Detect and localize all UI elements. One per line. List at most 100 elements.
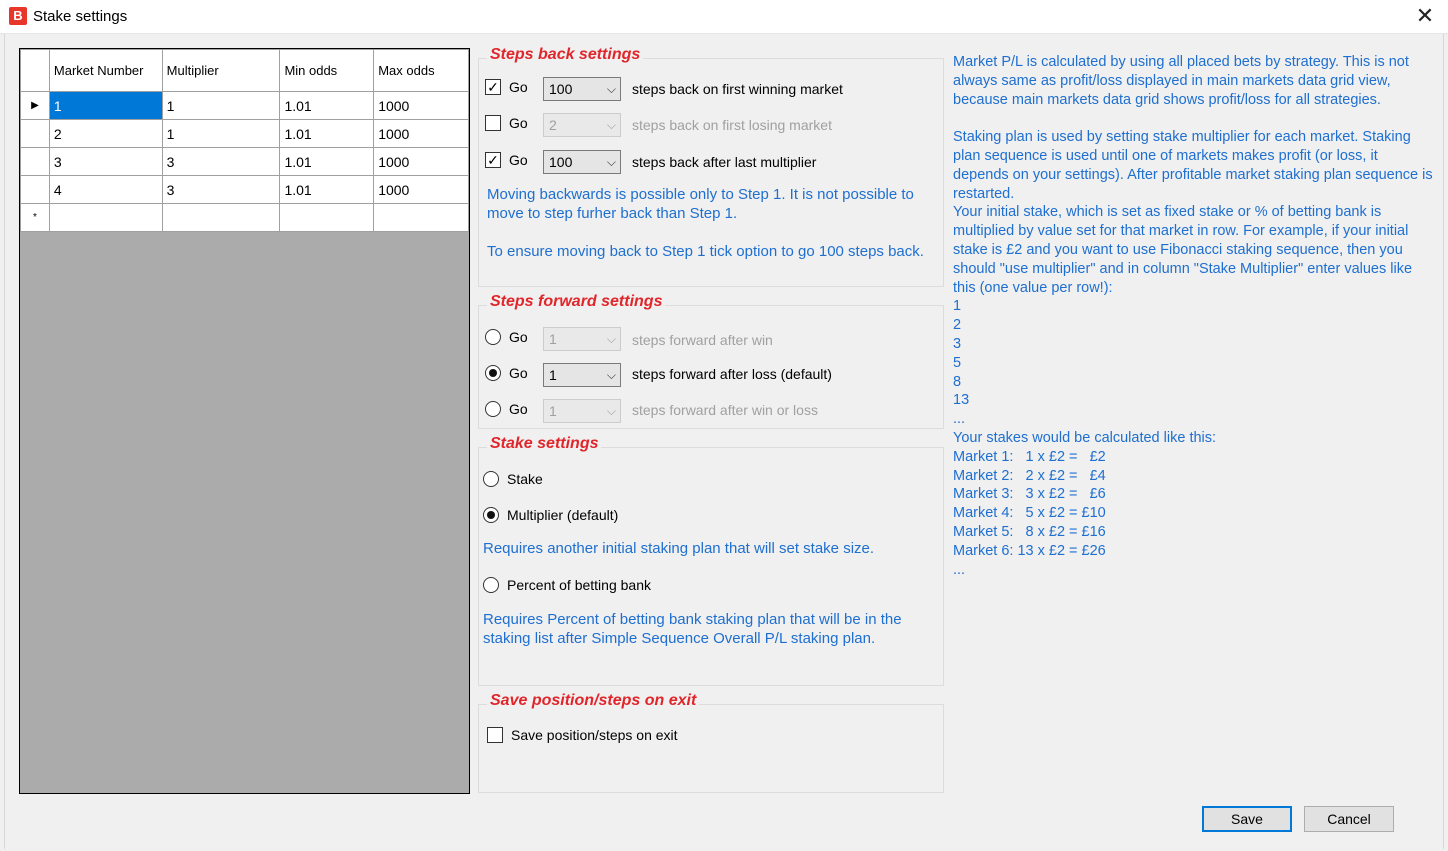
grid-cell[interactable]: 3 [161, 147, 281, 176]
grid-cell[interactable] [373, 203, 469, 232]
multiplier-option-label: Multiplier (default) [507, 507, 619, 523]
steps-back-first-loss-checkbox[interactable]: Go [485, 115, 528, 131]
checkbox-unchecked-icon[interactable] [485, 115, 501, 131]
steps-back-title: Steps back settings [487, 46, 644, 64]
cancel-button[interactable]: Cancel [1304, 806, 1394, 832]
row-header[interactable] [20, 119, 50, 148]
select-value: 1 [549, 403, 557, 419]
percent-info: Requires Percent of betting bank staking… [483, 611, 902, 647]
go-label: Go [509, 401, 528, 417]
steps-back-info: Moving backwards is possible only to Ste… [487, 186, 914, 222]
go-label: Go [509, 365, 528, 381]
radio-unselected-icon[interactable] [483, 577, 499, 593]
select-value: 1 [549, 367, 557, 383]
grid-cell[interactable]: 1000 [373, 147, 469, 176]
radio-unselected-icon[interactable] [483, 471, 499, 487]
steps-forward-after-loss-text: steps forward after loss (default) [632, 366, 832, 382]
chevron-down-icon[interactable]: ⌵ [607, 364, 616, 386]
chevron-down-icon[interactable]: ⌵ [607, 151, 616, 173]
column-header-min-odds[interactable]: Min odds [279, 49, 375, 92]
close-icon[interactable]: ✕ [1402, 0, 1448, 34]
column-header-market-number[interactable]: Market Number [48, 49, 163, 92]
steps-back-first-loss-text: steps back on first losing market [632, 117, 832, 133]
chevron-down-icon: ⌵ [606, 332, 616, 346]
markets-grid[interactable]: Market Number Multiplier Min odds Max od… [19, 48, 470, 794]
select-value: 100 [549, 154, 573, 170]
steps-back-first-win-checkbox[interactable]: ✓ Go [485, 79, 528, 95]
column-header-max-odds[interactable]: Max odds [373, 49, 469, 92]
steps-back-info-2: To ensure moving back to Step 1 tick opt… [487, 243, 924, 260]
save-position-checkbox[interactable]: Save position/steps on exit [487, 727, 678, 743]
percent-option-radio[interactable]: Percent of betting bank [483, 577, 651, 593]
grid-cell[interactable]: 3 [48, 147, 163, 176]
grid-cell[interactable]: 1 [161, 91, 281, 120]
steps-forward-title: Steps forward settings [487, 293, 666, 311]
radio-selected-icon[interactable] [485, 365, 501, 381]
title-bar: B Stake settings ✕ [0, 0, 1448, 34]
steps-back-first-win-text: steps back on first winning market [632, 81, 843, 97]
steps-forward-after-win-radio[interactable]: Go [485, 329, 528, 345]
steps-forward-win-or-loss-text: steps forward after win or loss [632, 402, 818, 418]
table-row[interactable]: 2 1 1.01 1000 [20, 119, 469, 148]
checkbox-unchecked-icon[interactable] [487, 727, 503, 743]
stake-option-radio[interactable]: Stake [483, 471, 543, 487]
radio-unselected-icon[interactable] [485, 329, 501, 345]
grid-cell[interactable]: 1.01 [279, 119, 375, 148]
grid-cell[interactable] [161, 203, 281, 232]
go-label: Go [509, 115, 528, 131]
save-position-group: Save position/steps on exit Save positio… [478, 692, 944, 793]
row-header[interactable] [20, 147, 50, 176]
save-button[interactable]: Save [1202, 806, 1292, 832]
grid-cell[interactable]: 4 [48, 175, 163, 204]
chevron-down-icon[interactable]: ⌵ [607, 78, 616, 100]
select-value: 2 [549, 117, 557, 133]
multiplier-info: Requires another initial staking plan th… [483, 540, 875, 557]
new-row[interactable]: * [20, 203, 469, 232]
table-row[interactable]: 3 3 1.01 1000 [20, 147, 469, 176]
checkbox-checked-icon[interactable]: ✓ [485, 79, 501, 95]
grid-cell[interactable]: 1000 [373, 175, 469, 204]
table-row[interactable]: 4 3 1.01 1000 [20, 175, 469, 204]
grid-cell[interactable] [48, 203, 163, 232]
checkbox-checked-icon[interactable]: ✓ [485, 152, 501, 168]
table-row[interactable]: ▶ 1 1 1.01 1000 [20, 91, 469, 120]
multiplier-option-radio[interactable]: Multiplier (default) [483, 507, 618, 523]
stake-option-label: Stake [507, 471, 543, 487]
column-header-multiplier[interactable]: Multiplier [161, 49, 281, 92]
steps-forward-after-loss-radio[interactable]: Go [485, 365, 528, 381]
row-header[interactable] [20, 175, 50, 204]
steps-forward-after-loss-select[interactable]: 1 ⌵ [543, 363, 621, 387]
grid-cell[interactable]: 3 [161, 175, 281, 204]
select-value: 100 [549, 81, 573, 97]
stake-settings-title: Stake settings [487, 435, 602, 453]
markets-table: Market Number Multiplier Min odds Max od… [20, 49, 469, 232]
steps-forward-win-or-loss-radio[interactable]: Go [485, 401, 528, 417]
steps-back-first-win-select[interactable]: 100 ⌵ [543, 77, 621, 101]
steps-forward-after-win-text: steps forward after win [632, 332, 773, 348]
grid-cell[interactable]: 1000 [373, 91, 469, 120]
steps-forward-after-win-select: 1 ⌵ [543, 327, 621, 351]
save-position-label: Save position/steps on exit [511, 727, 678, 743]
grid-cell[interactable] [279, 203, 375, 232]
steps-forward-win-or-loss-select: 1 ⌵ [543, 399, 621, 423]
row-header-corner [20, 49, 50, 92]
grid-cell[interactable]: 1.01 [279, 175, 375, 204]
steps-back-last-multiplier-text: steps back after last multiplier [632, 154, 817, 170]
grid-cell[interactable]: 1.01 [279, 147, 375, 176]
steps-back-last-multiplier-select[interactable]: 100 ⌵ [543, 150, 621, 174]
percent-option-label: Percent of betting bank [507, 577, 651, 593]
go-label: Go [509, 329, 528, 345]
grid-cell[interactable]: 1000 [373, 119, 469, 148]
radio-unselected-icon[interactable] [485, 401, 501, 417]
current-row-marker-icon[interactable]: ▶ [20, 91, 50, 120]
grid-cell[interactable]: 1.01 [279, 91, 375, 120]
grid-cell[interactable]: 1 [161, 119, 281, 148]
grid-cell[interactable]: 2 [48, 119, 163, 148]
new-row-marker-icon[interactable]: * [20, 203, 50, 232]
radio-selected-icon[interactable] [483, 507, 499, 523]
steps-back-first-loss-select: 2 ⌵ [543, 113, 621, 137]
grid-cell[interactable]: 1 [48, 91, 163, 120]
steps-back-last-multiplier-checkbox[interactable]: ✓ Go [485, 152, 528, 168]
chevron-down-icon: ⌵ [606, 404, 616, 418]
staking-info-text: Market P/L is calculated by using all pl… [953, 54, 1433, 578]
